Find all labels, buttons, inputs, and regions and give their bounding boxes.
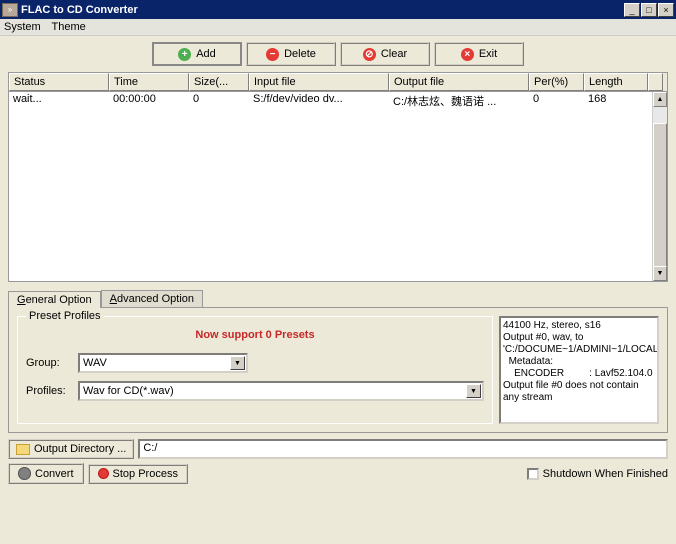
close-icon: × bbox=[461, 48, 474, 61]
profiles-combo[interactable]: Wav for CD(*.wav)▼ bbox=[78, 381, 484, 401]
cell-length: 168 bbox=[584, 92, 648, 110]
grid-headers: Status Time Size(... Input file Output f… bbox=[9, 73, 667, 92]
header-size[interactable]: Size(... bbox=[189, 73, 249, 91]
header-status[interactable]: Status bbox=[9, 73, 109, 91]
cell-output: C:/林志炫、魏语诺 ... bbox=[389, 92, 529, 110]
minimize-button[interactable]: _ bbox=[624, 3, 640, 17]
group-label: Group: bbox=[26, 357, 78, 369]
profiles-label: Profiles: bbox=[26, 385, 78, 397]
window-title: FLAC to CD Converter bbox=[21, 4, 624, 16]
group-combo[interactable]: WAV▼ bbox=[78, 353, 248, 373]
file-grid: Status Time Size(... Input file Output f… bbox=[8, 72, 668, 282]
shutdown-checkbox[interactable]: Shutdown When Finished bbox=[527, 468, 668, 480]
tab-advanced[interactable]: Advanced Option bbox=[101, 290, 203, 307]
cell-status: wait... bbox=[9, 92, 109, 110]
tab-general[interactable]: General Option bbox=[8, 291, 101, 308]
chevron-down-icon[interactable]: ▼ bbox=[466, 384, 481, 398]
preset-hint: Now support 0 Presets bbox=[26, 325, 484, 353]
stop-button[interactable]: Stop Process bbox=[88, 464, 188, 484]
tab-panel: Preset Profiles Now support 0 Presets Gr… bbox=[8, 307, 668, 433]
maximize-button[interactable]: □ bbox=[641, 3, 657, 17]
cell-input: S:/f/dev/video dv... bbox=[249, 92, 389, 110]
header-length[interactable]: Length bbox=[584, 73, 648, 91]
minus-icon: − bbox=[266, 48, 279, 61]
add-button[interactable]: +Add bbox=[152, 42, 242, 66]
cancel-icon: ⊘ bbox=[363, 48, 376, 61]
scroll-down-icon[interactable]: ▼ bbox=[653, 266, 667, 281]
stop-icon bbox=[98, 468, 109, 479]
convert-button[interactable]: Convert bbox=[8, 463, 84, 484]
table-row[interactable]: wait... 00:00:00 0 S:/f/dev/video dv... … bbox=[9, 92, 652, 110]
output-directory-field[interactable]: C:/ bbox=[138, 439, 668, 459]
header-input[interactable]: Input file bbox=[249, 73, 389, 91]
toolbar: +Add −Delete ⊘Clear ×Exit bbox=[0, 36, 676, 72]
titlebar: » FLAC to CD Converter _ □ × bbox=[0, 0, 676, 19]
tab-strip: General Option Advanced Option bbox=[8, 290, 668, 307]
menu-system[interactable]: System bbox=[4, 21, 41, 33]
fieldset-legend: Preset Profiles bbox=[26, 310, 104, 322]
delete-button[interactable]: −Delete bbox=[246, 42, 336, 66]
app-icon: » bbox=[2, 3, 18, 17]
output-directory-button[interactable]: Output Directory ... bbox=[8, 439, 134, 459]
menubar: System Theme bbox=[0, 19, 676, 36]
chevron-down-icon[interactable]: ▼ bbox=[230, 356, 245, 370]
close-button[interactable]: × bbox=[658, 3, 674, 17]
cell-time: 00:00:00 bbox=[109, 92, 189, 110]
shutdown-label: Shutdown When Finished bbox=[543, 468, 668, 480]
menu-theme[interactable]: Theme bbox=[52, 21, 86, 33]
scroll-up-icon[interactable]: ▲ bbox=[653, 92, 667, 107]
header-time[interactable]: Time bbox=[109, 73, 189, 91]
checkbox-box[interactable] bbox=[527, 468, 539, 480]
gear-icon bbox=[18, 467, 31, 480]
log-output: 44100 Hz, stereo, s16 Output #0, wav, to… bbox=[499, 316, 659, 424]
vertical-scrollbar[interactable]: ▲ ▼ bbox=[652, 92, 667, 281]
cell-per: 0 bbox=[529, 92, 584, 110]
plus-icon: + bbox=[178, 48, 191, 61]
exit-button[interactable]: ×Exit bbox=[434, 42, 524, 66]
preset-profiles-fieldset: Preset Profiles Now support 0 Presets Gr… bbox=[17, 316, 493, 424]
scroll-thumb[interactable] bbox=[653, 123, 667, 273]
clear-button[interactable]: ⊘Clear bbox=[340, 42, 430, 66]
header-per[interactable]: Per(%) bbox=[529, 73, 584, 91]
cell-size: 0 bbox=[189, 92, 249, 110]
header-spacer bbox=[648, 73, 663, 91]
header-output[interactable]: Output file bbox=[389, 73, 529, 91]
folder-icon bbox=[16, 444, 30, 455]
